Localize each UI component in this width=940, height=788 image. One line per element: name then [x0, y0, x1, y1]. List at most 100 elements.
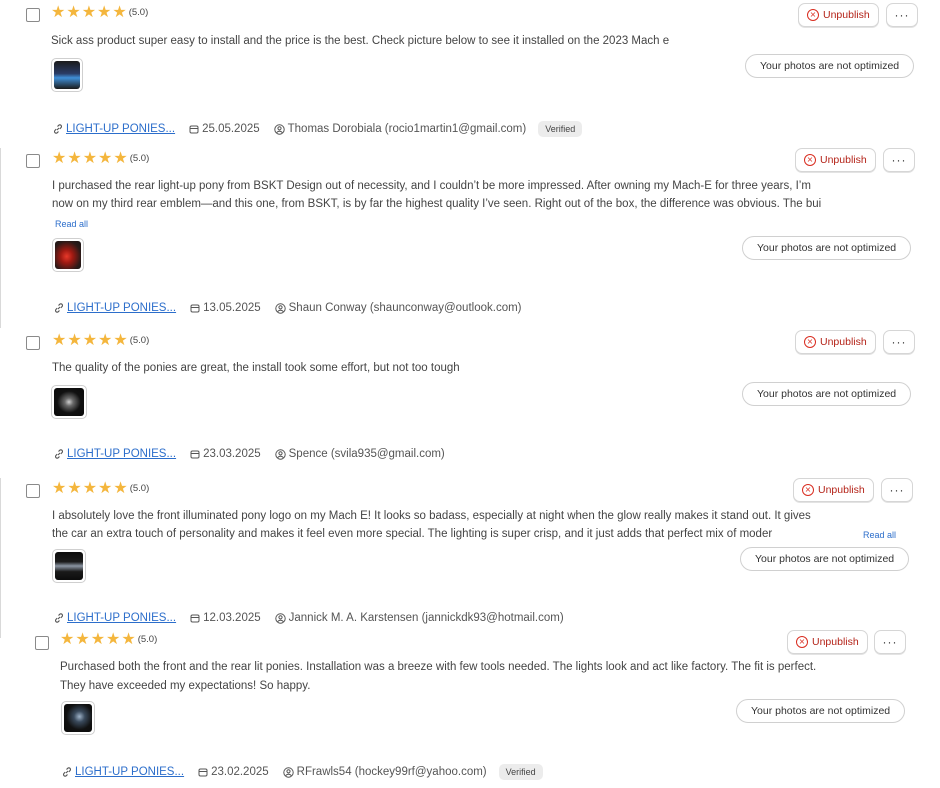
review-body: The quality of the ponies are great, the…	[52, 362, 460, 374]
review-photo-image	[55, 552, 83, 580]
star-icon: ★	[98, 148, 113, 167]
close-circle-icon: ×	[796, 636, 808, 648]
verified-badge: Verified	[538, 121, 583, 137]
star-icon: ★	[121, 629, 136, 648]
unpublish-label: Unpublish	[812, 636, 859, 648]
review-photo[interactable]	[52, 238, 84, 272]
more-actions-button[interactable]: ···	[883, 148, 915, 172]
read-all-link[interactable]: Read all	[55, 219, 88, 229]
calendar-icon	[198, 768, 208, 777]
photos-not-optimized-badge[interactable]: Your photos are not optimized	[745, 54, 915, 78]
rating-value: (5.0)	[129, 334, 150, 346]
star-icon: ★	[67, 148, 82, 167]
star-icon: ★	[60, 629, 75, 648]
rating-value: (5.0)	[129, 152, 150, 164]
star-icon: ★	[52, 330, 67, 349]
star-icon: ★	[75, 629, 90, 648]
read-all-link[interactable]: Read all	[863, 530, 896, 540]
unpublish-label: Unpublish	[820, 336, 867, 348]
star-icon: ★	[112, 2, 127, 21]
review-author: Spence (svila935@gmail.com)	[274, 448, 445, 460]
photos-not-optimized-badge[interactable]: Your photos are not optimized	[736, 699, 906, 723]
star-icon: ★	[98, 330, 113, 349]
photos-not-optimized-badge[interactable]: Your photos are not optimized	[740, 547, 910, 571]
star-icon: ★	[82, 148, 98, 167]
unpublish-label: Unpublish	[823, 9, 870, 21]
more-actions-button[interactable]: ···	[874, 630, 906, 654]
unpublish-button[interactable]: × Unpublish	[793, 478, 874, 502]
close-circle-icon: ×	[804, 336, 816, 348]
rating-value: (5.0)	[128, 6, 149, 18]
review-body-line: I purchased the rear light-up pony from …	[52, 180, 811, 192]
more-actions-button[interactable]: ···	[883, 330, 915, 354]
star-icon: ★	[52, 478, 67, 497]
link-icon	[55, 613, 63, 623]
star-rating: ★ ★ ★ ★ ★ (5.0)	[51, 4, 148, 20]
review-photo-image	[54, 61, 80, 89]
star-icon: ★	[67, 478, 82, 497]
review-card: ★ ★ ★ ★ ★ (5.0) × Unpublish ··· I purcha…	[0, 148, 940, 326]
calendar-icon	[190, 450, 200, 459]
product-link[interactable]: LIGHT-UP PONIES...	[67, 448, 176, 460]
review-body: Sick ass product super easy to install a…	[51, 35, 670, 47]
select-checkbox[interactable]	[26, 8, 40, 22]
review-date: 12.03.2025	[190, 612, 261, 624]
unpublish-button[interactable]: × Unpublish	[795, 148, 876, 172]
review-photo[interactable]	[61, 701, 95, 735]
review-photo-image	[54, 388, 84, 416]
user-icon	[274, 302, 286, 314]
star-icon: ★	[81, 2, 97, 21]
close-circle-icon: ×	[807, 9, 819, 21]
photos-not-optimized-badge[interactable]: Your photos are not optimized	[742, 382, 912, 406]
review-photo[interactable]	[52, 549, 86, 583]
review-author-text: RFrawls54 (hockey99rf@yahoo.com)	[296, 766, 487, 778]
star-icon: ★	[51, 2, 66, 21]
product-link[interactable]: LIGHT-UP PONIES...	[67, 302, 176, 314]
photos-not-optimized-badge[interactable]: Your photos are not optimized	[742, 236, 912, 260]
link-icon	[54, 124, 62, 134]
review-author-text: Shaun Conway (shaunconway@outlook.com)	[288, 302, 522, 314]
review-meta: LIGHT-UP PONIES... 25.05.2025 Thomas Dor…	[53, 121, 583, 137]
link-icon	[55, 303, 63, 313]
product-link[interactable]: LIGHT-UP PONIES...	[75, 766, 184, 778]
review-author: Thomas Dorobiala (rocio1martin1@gmail.co…	[273, 123, 527, 135]
product-link[interactable]: LIGHT-UP PONIES...	[67, 612, 176, 624]
star-icon: ★	[82, 478, 98, 497]
review-author: Jannick M. A. Karstensen (jannickdk93@ho…	[274, 612, 564, 624]
review-date: 23.03.2025	[190, 448, 261, 460]
review-photo[interactable]	[51, 385, 87, 419]
review-date: 13.05.2025	[190, 302, 261, 314]
star-icon: ★	[97, 2, 112, 21]
select-checkbox[interactable]	[26, 336, 40, 350]
review-photo-image	[55, 241, 81, 269]
select-checkbox[interactable]	[26, 484, 40, 498]
review-body-line: Purchased both the front and the rear li…	[60, 661, 817, 673]
review-body-line: They have exceeded my expectations! So h…	[60, 680, 311, 692]
review-body-line: now on my third rear emblem—and this one…	[52, 198, 822, 210]
star-icon: ★	[67, 330, 82, 349]
more-actions-button[interactable]: ···	[886, 3, 918, 27]
verified-badge: Verified	[498, 764, 543, 780]
unpublish-button[interactable]: × Unpublish	[798, 3, 879, 27]
unpublish-button[interactable]: × Unpublish	[795, 330, 876, 354]
calendar-icon	[190, 614, 200, 623]
review-author-text: Spence (svila935@gmail.com)	[288, 448, 445, 460]
user-icon	[282, 766, 294, 778]
review-meta: LIGHT-UP PONIES... 23.02.2025 RFrawls54 …	[62, 764, 543, 780]
star-icon: ★	[113, 148, 128, 167]
close-circle-icon: ×	[804, 154, 816, 166]
link-icon	[55, 449, 63, 459]
review-author: RFrawls54 (hockey99rf@yahoo.com)	[282, 766, 487, 778]
review-photo[interactable]	[51, 58, 83, 92]
unpublish-label: Unpublish	[818, 484, 865, 496]
unpublish-button[interactable]: × Unpublish	[787, 630, 868, 654]
review-date-text: 23.03.2025	[203, 448, 261, 460]
review-author: Shaun Conway (shaunconway@outlook.com)	[274, 302, 522, 314]
more-actions-button[interactable]: ···	[881, 478, 913, 502]
select-checkbox[interactable]	[35, 636, 49, 650]
product-link[interactable]: LIGHT-UP PONIES...	[66, 123, 175, 135]
review-author-text: Thomas Dorobiala (rocio1martin1@gmail.co…	[287, 123, 527, 135]
select-checkbox[interactable]	[26, 154, 40, 168]
rating-value: (5.0)	[129, 482, 150, 494]
review-date-text: 25.05.2025	[202, 123, 260, 135]
